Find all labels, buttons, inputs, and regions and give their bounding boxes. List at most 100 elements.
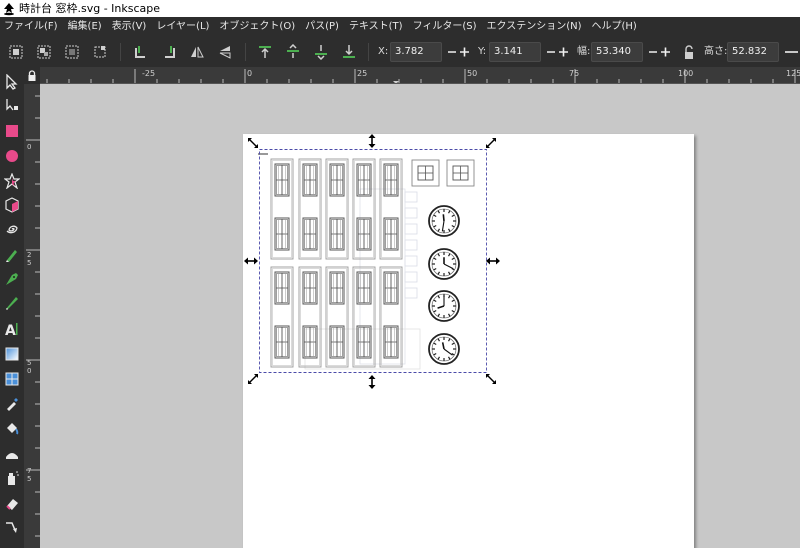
spray-tool-icon[interactable] xyxy=(4,470,20,486)
flip-horizontal-icon[interactable] xyxy=(189,44,205,60)
mesh-tool-icon[interactable] xyxy=(4,371,20,387)
node-tool-icon[interactable] xyxy=(4,97,20,113)
eraser-tool-icon[interactable] xyxy=(4,495,20,511)
3d-box-tool-icon[interactable] xyxy=(4,197,20,213)
small-window xyxy=(446,159,475,187)
menu-bar: ファイル(F) 編集(E) 表示(V) レイヤー(L) オブジェクト(O) パス(P) テキ… xyxy=(0,17,800,37)
raise-to-top-icon[interactable] xyxy=(257,44,273,60)
window-pane xyxy=(356,217,372,251)
toolbar-separator xyxy=(368,43,369,61)
scale-handle[interactable] xyxy=(368,375,376,389)
horizontal-ruler[interactable]: -25 0 25 50 75 100 125 xyxy=(40,67,800,84)
ruler-label: 5 xyxy=(27,475,31,483)
clock-face xyxy=(428,333,460,365)
y-minus-plus-icon[interactable] xyxy=(546,44,570,60)
canvas[interactable] xyxy=(40,84,800,548)
selector-tool-icon[interactable] xyxy=(4,73,20,90)
scale-handle[interactable] xyxy=(248,138,258,148)
lower-to-bottom-icon[interactable] xyxy=(341,44,357,60)
pen-tool-icon[interactable] xyxy=(4,271,20,287)
height-minus-icon[interactable] xyxy=(784,44,800,60)
window-pane xyxy=(356,325,372,359)
width-input[interactable]: 53.340 xyxy=(591,42,643,62)
ruler-label: 2 xyxy=(27,251,31,259)
scale-handle[interactable] xyxy=(244,257,258,265)
lock-guides-icon[interactable] xyxy=(27,70,37,82)
ellipse-tool-icon[interactable] xyxy=(4,148,20,164)
pencil-tool-icon[interactable] xyxy=(4,247,20,263)
text-tool-icon[interactable]: A xyxy=(4,321,20,339)
menu-item-0[interactable]: ファイル(F) xyxy=(0,17,63,37)
y-input[interactable]: 3.141 xyxy=(489,42,541,62)
select-all-icon[interactable] xyxy=(8,44,24,60)
raise-icon[interactable] xyxy=(285,44,301,60)
menu-item-8[interactable]: エクステンション(N) xyxy=(482,17,587,37)
scale-handle[interactable] xyxy=(248,374,258,384)
menu-item-3[interactable]: レイヤー(L) xyxy=(151,17,214,37)
flip-vertical-icon[interactable] xyxy=(217,44,233,60)
height-input[interactable]: 52.832 xyxy=(727,42,779,62)
scale-handle[interactable] xyxy=(486,138,496,148)
lock-ratio-icon[interactable] xyxy=(683,44,695,60)
tweak-tool-icon[interactable] xyxy=(4,445,20,461)
star-tool-icon[interactable] xyxy=(3,172,21,190)
ruler-label: 0 xyxy=(27,143,31,151)
toolbar-separator xyxy=(120,43,121,61)
window-title: 時計台 窓枠.svg - Inkscape xyxy=(19,2,161,15)
menu-item-4[interactable]: オブジェクト(O) xyxy=(214,17,300,37)
select-all-layers-icon[interactable] xyxy=(36,44,52,60)
window-pane xyxy=(302,271,318,305)
vertical-ruler[interactable]: 0255075 xyxy=(24,84,40,548)
deselect-icon[interactable] xyxy=(64,44,80,60)
touch-select-icon[interactable] xyxy=(92,44,108,60)
lower-icon[interactable] xyxy=(313,44,329,60)
x-input[interactable]: 3.782 xyxy=(390,42,442,62)
gradient-tool-icon[interactable] xyxy=(4,346,20,362)
menu-item-9[interactable]: ヘルプ(H) xyxy=(587,17,642,37)
ruler-label: 0 xyxy=(27,367,31,375)
horizontal-ruler-ticks: -25 0 25 50 75 100 125 xyxy=(46,69,800,83)
svg-text:A: A xyxy=(5,323,16,337)
ruler-label: 0 xyxy=(247,69,252,78)
drawing xyxy=(244,134,500,389)
window-pane xyxy=(274,163,290,197)
spiral-tool-icon[interactable] xyxy=(4,221,20,237)
dropper-tool-icon[interactable] xyxy=(4,396,20,412)
inkscape-logo-icon xyxy=(4,2,14,15)
window-pane xyxy=(329,325,345,359)
window-pane xyxy=(356,271,372,305)
window-pane xyxy=(356,163,372,197)
menu-item-2[interactable]: 表示(V) xyxy=(107,17,152,37)
window-pane xyxy=(274,271,290,305)
paint-bucket-tool-icon[interactable] xyxy=(4,420,20,436)
ruler-label: 50 xyxy=(467,69,477,78)
clock-face xyxy=(428,290,460,322)
scale-handle[interactable] xyxy=(486,374,496,384)
rotate-cw-icon[interactable] xyxy=(161,44,177,60)
calligraphy-tool-icon[interactable] xyxy=(4,295,20,311)
window-pane xyxy=(329,271,345,305)
window-pane xyxy=(302,217,318,251)
clock-face xyxy=(428,248,460,280)
x-minus-plus-icon[interactable] xyxy=(447,44,471,60)
scale-handle[interactable] xyxy=(486,257,500,265)
rectangle-tool-icon[interactable] xyxy=(4,123,20,139)
window-pane xyxy=(383,163,399,197)
menu-item-6[interactable]: テキスト(T) xyxy=(344,17,408,37)
toolbar-separator xyxy=(245,43,246,61)
ruler-label: 7 xyxy=(27,467,31,475)
scale-handle[interactable] xyxy=(368,134,376,148)
height-label: 高さ: xyxy=(704,46,728,57)
x-label: X: xyxy=(378,46,389,57)
menu-item-7[interactable]: フィルター(S) xyxy=(408,17,482,37)
ruler-label: 75 xyxy=(569,69,579,78)
connector-tool-icon[interactable] xyxy=(4,519,20,535)
title-bar: 時計台 窓枠.svg - Inkscape xyxy=(0,0,800,17)
menu-item-1[interactable]: 編集(E) xyxy=(63,17,107,37)
width-label: 幅: xyxy=(577,46,591,57)
ruler-label: 100 xyxy=(678,69,693,78)
rotate-ccw-icon[interactable] xyxy=(133,44,149,60)
menu-item-5[interactable]: パス(P) xyxy=(300,17,344,37)
width-minus-plus-icon[interactable] xyxy=(648,44,672,60)
window-pane xyxy=(383,271,399,305)
